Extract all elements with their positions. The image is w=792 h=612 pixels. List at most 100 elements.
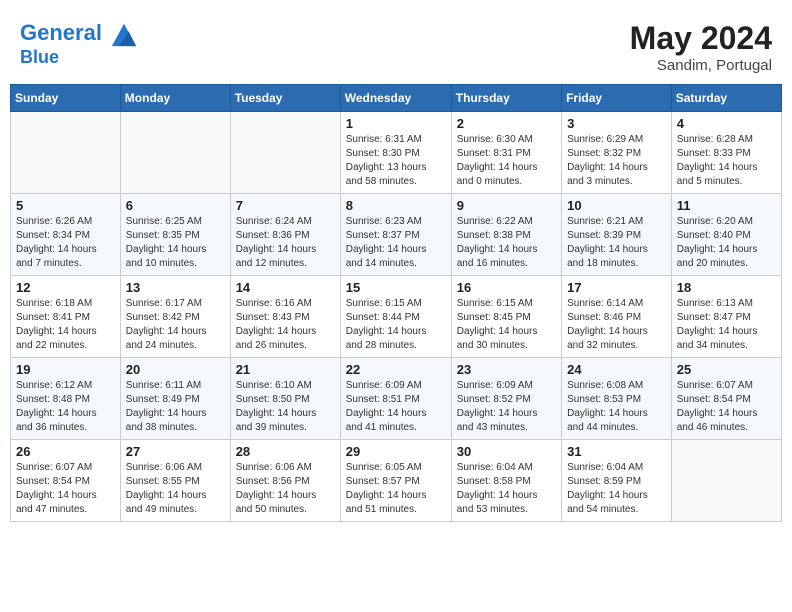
day-number: 29 <box>346 444 446 459</box>
day-number: 15 <box>346 280 446 295</box>
column-header-wednesday: Wednesday <box>340 85 451 112</box>
page-header: General Blue May 2024 Sandim, Portugal <box>10 10 782 79</box>
calendar-cell: 5 Sunrise: 6:26 AMSunset: 8:34 PMDaylight… <box>11 194 121 276</box>
day-info: Sunrise: 6:31 AMSunset: 8:30 PMDaylight:… <box>346 133 446 189</box>
day-info: Sunrise: 6:26 AMSunset: 8:34 PMDaylight:… <box>16 215 115 271</box>
column-header-tuesday: Tuesday <box>230 85 340 112</box>
day-info: Sunrise: 6:25 AMSunset: 8:35 PMDaylight:… <box>126 215 225 271</box>
calendar-cell: 17Sunrise: 6:14 AMSunset: 8:46 PMDayligh… <box>562 276 672 358</box>
calendar-cell: 31 Sunrise: 6:04 AMSunset: 8:59 PMDayligh… <box>562 440 672 522</box>
calendar-cell: 8 Sunrise: 6:23 AMSunset: 8:37 PMDaylight… <box>340 194 451 276</box>
day-info: Sunrise: 6:04 AMSunset: 8:58 PMDaylight:… <box>457 461 556 517</box>
day-info: Sunrise: 6:15 AMSunset: 8:45 PMDaylight:… <box>457 297 556 353</box>
calendar-week-4: 19 Sunrise: 6:12 AMSunset: 8:48 PMDayligh… <box>11 358 782 440</box>
calendar-cell: 3 Sunrise: 6:29 AMSunset: 8:32 PMDaylight… <box>562 112 672 194</box>
day-info: Sunrise: 6:12 AMSunset: 8:48 PMDaylight:… <box>16 379 115 435</box>
calendar-header-row: SundayMondayTuesdayWednesdayThursdayFrid… <box>11 85 782 112</box>
column-header-sunday: Sunday <box>11 85 121 112</box>
logo-text: General <box>20 20 138 48</box>
calendar-cell: 1 Sunrise: 6:31 AMSunset: 8:30 PMDaylight… <box>340 112 451 194</box>
title-block: May 2024 Sandim, Portugal <box>630 20 772 74</box>
calendar-cell <box>11 112 121 194</box>
day-number: 16 <box>457 280 556 295</box>
day-number: 27 <box>126 444 225 459</box>
day-number: 3 <box>567 116 666 131</box>
day-info: Sunrise: 6:06 AMSunset: 8:56 PMDaylight:… <box>236 461 335 517</box>
day-info: Sunrise: 6:10 AMSunset: 8:50 PMDaylight:… <box>236 379 335 435</box>
day-info: Sunrise: 6:30 AMSunset: 8:31 PMDaylight:… <box>457 133 556 189</box>
calendar-cell: 19 Sunrise: 6:12 AMSunset: 8:48 PMDayligh… <box>11 358 121 440</box>
day-info: Sunrise: 6:09 AMSunset: 8:52 PMDaylight:… <box>457 379 556 435</box>
calendar-cell: 6 Sunrise: 6:25 AMSunset: 8:35 PMDaylight… <box>120 194 230 276</box>
day-number: 31 <box>567 444 666 459</box>
day-info: Sunrise: 6:28 AMSunset: 8:33 PMDaylight:… <box>677 133 776 189</box>
day-info: Sunrise: 6:06 AMSunset: 8:55 PMDaylight:… <box>126 461 225 517</box>
calendar-cell: 18Sunrise: 6:13 AMSunset: 8:47 PMDayligh… <box>671 276 781 358</box>
day-info: Sunrise: 6:18 AMSunset: 8:41 PMDaylight:… <box>16 297 115 353</box>
column-header-thursday: Thursday <box>451 85 561 112</box>
day-number: 12 <box>16 280 115 295</box>
calendar-cell <box>671 440 781 522</box>
day-number: 11 <box>677 198 776 213</box>
calendar-cell: 7Sunrise: 6:24 AMSunset: 8:36 PMDaylight… <box>230 194 340 276</box>
calendar-cell: 22Sunrise: 6:09 AMSunset: 8:51 PMDayligh… <box>340 358 451 440</box>
day-number: 7 <box>236 198 335 213</box>
day-info: Sunrise: 6:08 AMSunset: 8:53 PMDaylight:… <box>567 379 666 435</box>
calendar-cell: 21 Sunrise: 6:10 AMSunset: 8:50 PMDayligh… <box>230 358 340 440</box>
day-number: 28 <box>236 444 335 459</box>
day-number: 26 <box>16 444 115 459</box>
logo-blue: Blue <box>20 48 138 68</box>
day-number: 13 <box>126 280 225 295</box>
calendar-cell <box>120 112 230 194</box>
day-info: Sunrise: 6:17 AMSunset: 8:42 PMDaylight:… <box>126 297 225 353</box>
calendar-cell: 13 Sunrise: 6:17 AMSunset: 8:42 PMDayligh… <box>120 276 230 358</box>
day-number: 24 <box>567 362 666 377</box>
calendar-body: 1 Sunrise: 6:31 AMSunset: 8:30 PMDaylight… <box>11 112 782 522</box>
day-info: Sunrise: 6:11 AMSunset: 8:49 PMDaylight:… <box>126 379 225 435</box>
day-info: Sunrise: 6:05 AMSunset: 8:57 PMDaylight:… <box>346 461 446 517</box>
day-info: Sunrise: 6:04 AMSunset: 8:59 PMDaylight:… <box>567 461 666 517</box>
calendar-cell: 16 Sunrise: 6:15 AMSunset: 8:45 PMDayligh… <box>451 276 561 358</box>
day-number: 17 <box>567 280 666 295</box>
calendar-week-2: 5 Sunrise: 6:26 AMSunset: 8:34 PMDaylight… <box>11 194 782 276</box>
calendar-cell: 10 Sunrise: 6:21 AMSunset: 8:39 PMDayligh… <box>562 194 672 276</box>
day-number: 25 <box>677 362 776 377</box>
column-header-saturday: Saturday <box>671 85 781 112</box>
day-number: 10 <box>567 198 666 213</box>
calendar-cell: 29 Sunrise: 6:05 AMSunset: 8:57 PMDayligh… <box>340 440 451 522</box>
day-number: 6 <box>126 198 225 213</box>
day-info: Sunrise: 6:21 AMSunset: 8:39 PMDaylight:… <box>567 215 666 271</box>
day-number: 9 <box>457 198 556 213</box>
day-info: Sunrise: 6:22 AMSunset: 8:38 PMDaylight:… <box>457 215 556 271</box>
day-number: 14 <box>236 280 335 295</box>
day-number: 8 <box>346 198 446 213</box>
day-info: Sunrise: 6:23 AMSunset: 8:37 PMDaylight:… <box>346 215 446 271</box>
calendar-cell: 2Sunrise: 6:30 AMSunset: 8:31 PMDaylight… <box>451 112 561 194</box>
calendar-cell: 12 Sunrise: 6:18 AMSunset: 8:41 PMDayligh… <box>11 276 121 358</box>
day-info: Sunrise: 6:29 AMSunset: 8:32 PMDaylight:… <box>567 133 666 189</box>
day-info: Sunrise: 6:07 AMSunset: 8:54 PMDaylight:… <box>677 379 776 435</box>
calendar-cell: 9 Sunrise: 6:22 AMSunset: 8:38 PMDaylight… <box>451 194 561 276</box>
column-header-friday: Friday <box>562 85 672 112</box>
day-number: 19 <box>16 362 115 377</box>
logo: General Blue <box>20 20 138 68</box>
calendar-week-3: 12 Sunrise: 6:18 AMSunset: 8:41 PMDayligh… <box>11 276 782 358</box>
day-number: 5 <box>16 198 115 213</box>
calendar-week-1: 1 Sunrise: 6:31 AMSunset: 8:30 PMDaylight… <box>11 112 782 194</box>
calendar-cell: 25 Sunrise: 6:07 AMSunset: 8:54 PMDayligh… <box>671 358 781 440</box>
calendar-table: SundayMondayTuesdayWednesdayThursdayFrid… <box>10 84 782 522</box>
calendar-week-5: 26Sunrise: 6:07 AMSunset: 8:54 PMDayligh… <box>11 440 782 522</box>
day-number: 22 <box>346 362 446 377</box>
day-number: 21 <box>236 362 335 377</box>
location: Sandim, Portugal <box>630 57 772 74</box>
day-number: 18 <box>677 280 776 295</box>
calendar-cell: 27 Sunrise: 6:06 AMSunset: 8:55 PMDayligh… <box>120 440 230 522</box>
day-info: Sunrise: 6:16 AMSunset: 8:43 PMDaylight:… <box>236 297 335 353</box>
calendar-cell: 20Sunrise: 6:11 AMSunset: 8:49 PMDayligh… <box>120 358 230 440</box>
day-info: Sunrise: 6:20 AMSunset: 8:40 PMDaylight:… <box>677 215 776 271</box>
day-number: 1 <box>346 116 446 131</box>
calendar-cell <box>230 112 340 194</box>
day-info: Sunrise: 6:15 AMSunset: 8:44 PMDaylight:… <box>346 297 446 353</box>
month-year: May 2024 <box>630 20 772 57</box>
day-number: 4 <box>677 116 776 131</box>
